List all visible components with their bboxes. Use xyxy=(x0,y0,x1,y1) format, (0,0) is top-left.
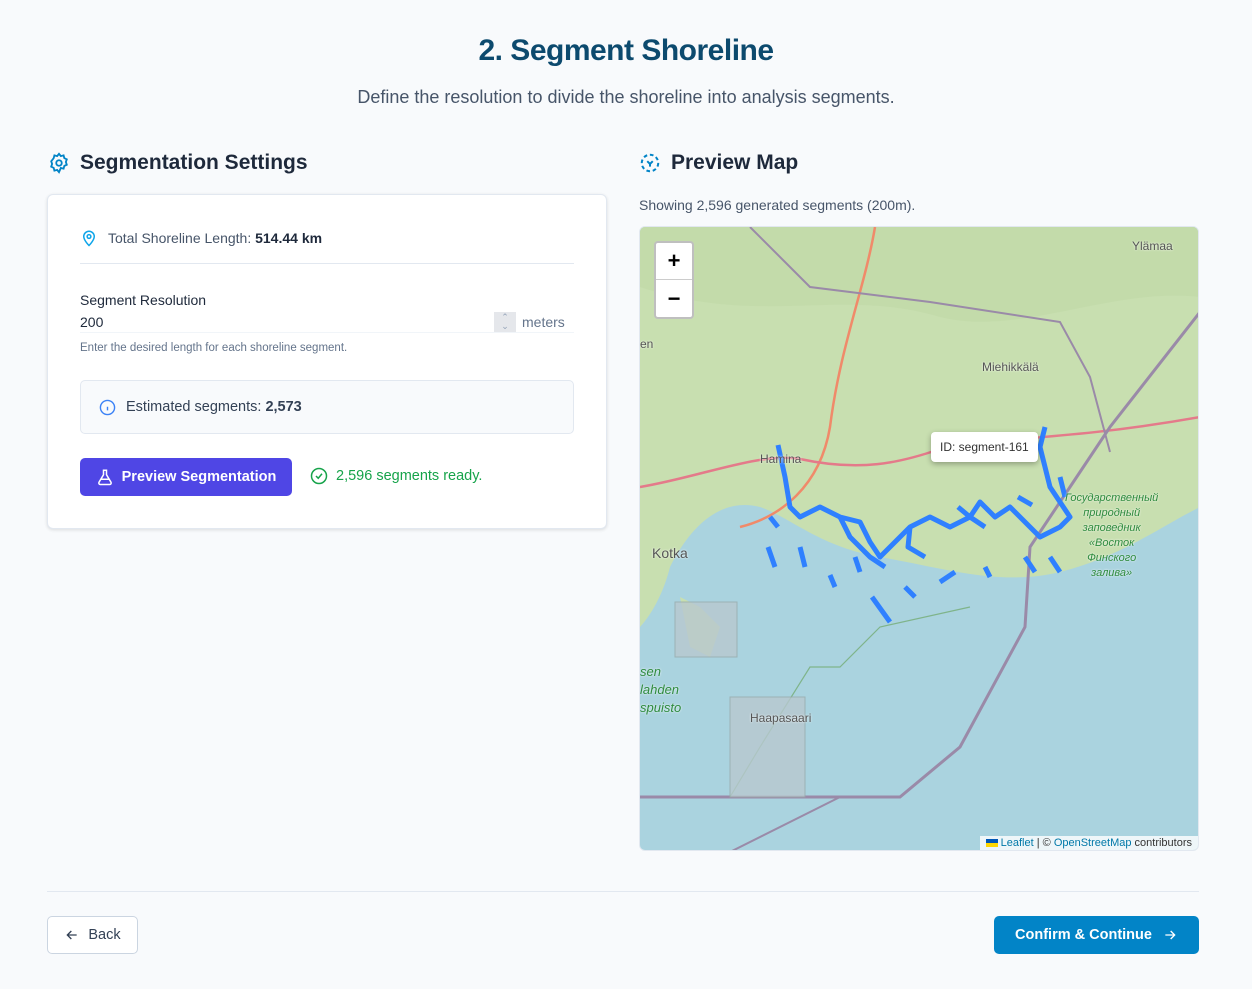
place-label: Kotka xyxy=(652,545,688,561)
estimate-box: Estimated segments: 2,573 xyxy=(80,380,574,434)
shoreline-value: 514.44 km xyxy=(255,230,323,246)
resolution-input[interactable]: 200 ⌃ ⌄ meters xyxy=(80,311,574,333)
page-title: 2. Segment Shoreline xyxy=(478,34,774,67)
map-attribution: Leaflet | © OpenStreetMap contributors xyxy=(979,836,1198,850)
arrow-left-icon xyxy=(66,930,78,940)
reserve-label: Государственный природный заповедник «Во… xyxy=(1065,491,1158,581)
info-icon xyxy=(99,399,116,415)
attribution-sep: | © xyxy=(1033,837,1054,849)
ready-text: 2,596 segments ready. xyxy=(336,468,483,484)
osm-link[interactable]: OpenStreetMap xyxy=(1054,837,1132,849)
estimate-label: Estimated segments: xyxy=(126,399,262,415)
ukraine-flag-icon xyxy=(985,839,998,848)
resolution-unit: meters xyxy=(522,313,565,330)
resolution-help: Enter the desired length for each shorel… xyxy=(80,342,348,354)
check-circle-icon xyxy=(310,467,328,485)
confirm-label: Confirm & Continue xyxy=(1015,927,1152,943)
place-label: Hamina xyxy=(760,452,802,466)
attribution-suffix: contributors xyxy=(1131,837,1192,849)
page-subtitle: Define the resolution to divide the shor… xyxy=(357,87,895,107)
confirm-continue-button[interactable]: Confirm & Continue xyxy=(994,916,1199,954)
segment-tooltip: ID: segment-161 xyxy=(931,432,1038,462)
place-label: sen xyxy=(640,664,661,679)
focus-icon xyxy=(640,153,660,173)
settings-heading: Segmentation Settings xyxy=(48,151,308,175)
reserve-line: природный xyxy=(1083,507,1141,519)
preview-button-label: Preview Segmentation xyxy=(121,469,277,485)
footer-divider xyxy=(47,891,1199,892)
settings-card: Total Shoreline Length: 514.44 km Segmen… xyxy=(47,194,607,529)
estimate-value: 2,573 xyxy=(265,399,302,415)
preview-map[interactable]: Ylämaa Miehikkälä Hamina Kotka Haapasaar… xyxy=(639,226,1199,851)
flask-icon xyxy=(97,469,112,486)
settings-heading-text: Segmentation Settings xyxy=(80,151,308,174)
shoreline-label: Total Shoreline Length: xyxy=(108,230,252,246)
place-label: Miehikkälä xyxy=(982,360,1039,374)
place-label: en xyxy=(640,337,654,351)
resolution-value[interactable]: 200 xyxy=(80,314,494,330)
arrow-right-icon xyxy=(1165,930,1176,940)
map-pin-icon xyxy=(82,230,96,247)
reserve-line: «Восток xyxy=(1088,537,1135,549)
map-caption: Showing 2,596 generated segments (200m). xyxy=(639,197,916,213)
resolution-stepper[interactable]: ⌃ ⌄ xyxy=(494,311,516,332)
resolution-label: Segment Resolution xyxy=(80,292,207,308)
back-button[interactable]: Back xyxy=(47,916,138,954)
map-heading: Preview Map xyxy=(639,151,798,175)
reserve-line: залива» xyxy=(1091,567,1133,579)
map-heading-text: Preview Map xyxy=(671,151,799,174)
place-label: Haapasaari xyxy=(750,711,812,725)
reserve-line: заповедник xyxy=(1082,522,1141,534)
shoreline-length: Total Shoreline Length: 514.44 km xyxy=(80,229,322,247)
zoom-out-button[interactable]: − xyxy=(656,280,692,317)
place-label: lahden xyxy=(640,682,680,697)
back-label: Back xyxy=(88,927,121,943)
preview-segmentation-button[interactable]: Preview Segmentation xyxy=(80,458,292,496)
gear-icon xyxy=(50,152,68,174)
divider xyxy=(80,263,574,264)
ready-status: 2,596 segments ready. xyxy=(310,467,482,485)
place-label: Ylämaa xyxy=(1132,239,1173,253)
leaflet-link[interactable]: Leaflet xyxy=(1001,837,1034,849)
reserve-line: Государственный xyxy=(1065,492,1159,504)
reserve-line: Финского xyxy=(1087,552,1137,564)
zoom-in-button[interactable]: + xyxy=(656,243,692,280)
zoom-control: + − xyxy=(654,241,694,319)
place-label: spuisto xyxy=(640,700,682,715)
